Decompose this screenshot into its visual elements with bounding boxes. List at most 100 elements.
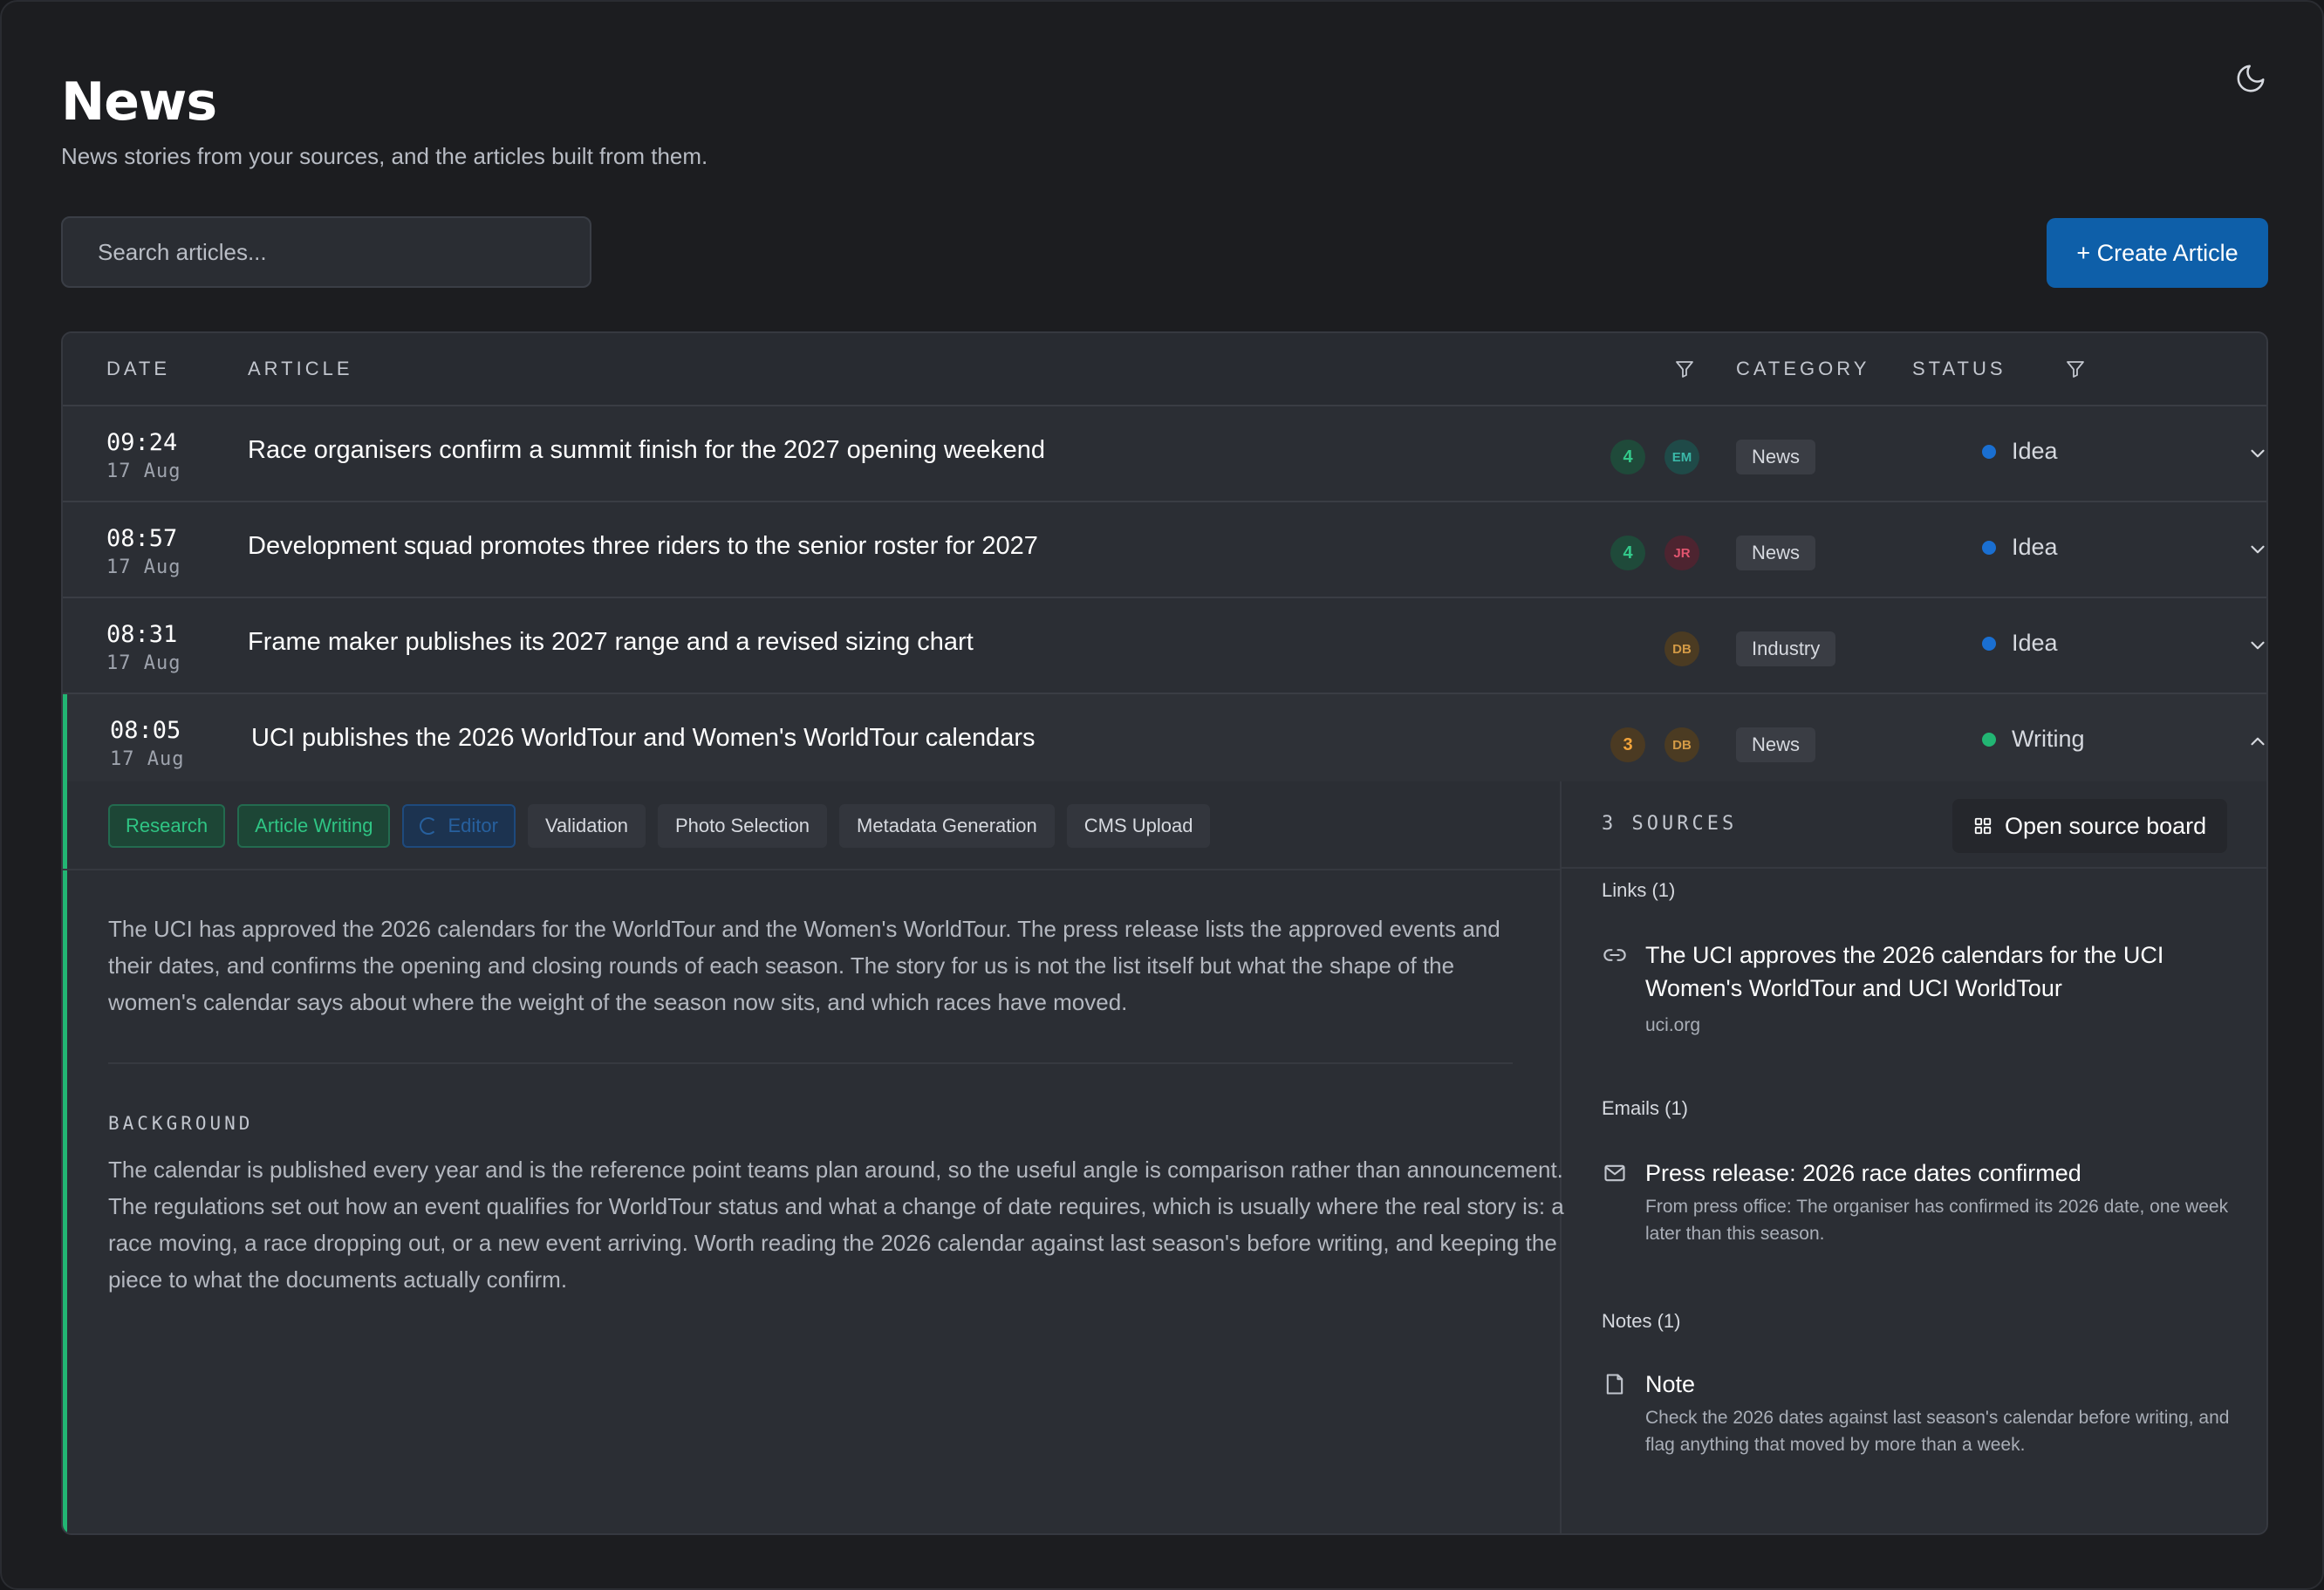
- category-chip: News: [1736, 440, 1816, 474]
- avatar[interactable]: DB: [1664, 727, 1699, 762]
- create-article-button[interactable]: + Create Article: [2047, 218, 2268, 288]
- emails-group-label: Emails (1): [1602, 1097, 1689, 1119]
- chevron-down-icon: [2251, 545, 2265, 554]
- expand-row-button[interactable]: [2242, 438, 2266, 469]
- step-label: Photo Selection: [674, 815, 810, 836]
- column-header-category[interactable]: CATEGORY: [1736, 358, 1869, 380]
- avatar[interactable]: DB: [1664, 631, 1699, 666]
- status-indicator: Idea: [1982, 438, 2058, 465]
- link-icon: [1602, 942, 1628, 968]
- divider: [63, 869, 1560, 870]
- avatar[interactable]: EM: [1664, 440, 1699, 474]
- category-chip: News: [1736, 536, 1816, 570]
- pipeline-step-cms-upload[interactable]: CMS Upload: [1066, 804, 1211, 848]
- source-link-title[interactable]: The UCI approves the 2026 calendars for …: [1645, 938, 2239, 1005]
- articles-table: DATE ARTICLE CATEGORY STATUS 09:24 17 Au…: [61, 331, 2268, 1535]
- step-label: Editor: [448, 815, 498, 836]
- expand-row-button[interactable]: [2242, 630, 2266, 661]
- collapse-row-button[interactable]: [2242, 726, 2266, 757]
- background-heading: BACKGROUND: [108, 1113, 254, 1134]
- links-group-label: Links (1): [1602, 879, 1676, 901]
- article-summary: The UCI has approved the 2026 calendars …: [108, 916, 1500, 1015]
- app-window: News News stories from your sources, and…: [0, 0, 2324, 1590]
- row-time: 09:24: [106, 429, 178, 456]
- source-note-title[interactable]: Note: [1645, 1368, 2239, 1401]
- theme-toggle-button[interactable]: [2232, 59, 2270, 98]
- row-title[interactable]: Race organisers confirm a summit finish …: [248, 436, 1045, 465]
- pipeline-step-editor[interactable]: Editor: [402, 804, 516, 848]
- open-source-board-button[interactable]: Open source board: [1952, 799, 2228, 853]
- chevron-up-icon: [2251, 737, 2265, 746]
- chevron-down-icon: [2251, 449, 2265, 458]
- source-note-snippet: Check the 2026 dates against last season…: [1645, 1408, 2230, 1455]
- moon-icon: [2237, 65, 2265, 92]
- column-header-date[interactable]: DATE: [106, 358, 170, 380]
- status-indicator: Idea: [1982, 534, 2058, 561]
- table-row[interactable]: 08:31 17 Aug Frame maker publishes its 2…: [63, 598, 2266, 694]
- pipeline-step-article-writing[interactable]: Article Writing: [237, 804, 391, 848]
- step-label: CMS Upload: [1083, 815, 1193, 836]
- assignee-filter-button[interactable]: [1671, 356, 1698, 382]
- table-row[interactable]: 08:57 17 Aug Development squad promotes …: [63, 502, 2266, 598]
- filter-icon: [1676, 361, 1693, 378]
- step-label: Metadata Generation: [857, 815, 1037, 836]
- row-date: 17 Aug: [110, 748, 185, 770]
- divider: [1562, 867, 2266, 869]
- grid-icon: [1974, 817, 1992, 835]
- avatar[interactable]: JR: [1664, 536, 1699, 570]
- row-time: 08:31: [106, 621, 178, 648]
- column-header-article[interactable]: ARTICLE: [248, 358, 353, 380]
- pipeline-steps: Research Article Writing Editor Validati…: [108, 804, 1211, 848]
- chevron-down-icon: [2251, 641, 2265, 650]
- status-dot: [1982, 444, 1996, 459]
- status-label: Idea: [2012, 630, 2058, 656]
- row-title[interactable]: UCI publishes the 2026 WorldTour and Wom…: [251, 724, 1036, 753]
- page-title: News: [61, 72, 217, 133]
- status-filter-button[interactable]: [2062, 356, 2088, 382]
- table-row-expanded[interactable]: 08:05 17 Aug UCI publishes the 2026 Worl…: [63, 694, 2266, 783]
- column-header-status[interactable]: STATUS: [1912, 358, 2006, 380]
- source-link-domain: uci.org: [1645, 1015, 1701, 1035]
- step-label: Article Writing: [255, 815, 373, 836]
- search-input[interactable]: [61, 216, 591, 288]
- status-label: Writing: [2012, 726, 2085, 752]
- row-date: 17 Aug: [106, 556, 181, 578]
- spinner-icon: [420, 817, 438, 835]
- status-indicator: Writing: [1982, 726, 2085, 753]
- divider: [108, 1062, 1513, 1064]
- status-label: Idea: [2012, 534, 2058, 560]
- source-count-badge: 4: [1610, 440, 1645, 474]
- pipeline-step-validation[interactable]: Validation: [527, 804, 646, 848]
- status-dot: [1982, 732, 1996, 747]
- source-link-item[interactable]: The UCI approves the 2026 calendars for …: [1602, 938, 2230, 1035]
- row-time: 08:57: [106, 525, 178, 552]
- mail-icon: [1602, 1160, 1628, 1186]
- source-note-item[interactable]: Note Check the 2026 dates against last s…: [1602, 1368, 2230, 1464]
- expand-row-button[interactable]: [2242, 534, 2266, 565]
- status-dot: [1982, 540, 1996, 555]
- pipeline-step-metadata-generation[interactable]: Metadata Generation: [839, 804, 1055, 848]
- table-header: DATE ARTICLE CATEGORY STATUS: [63, 333, 2266, 406]
- source-count-badge: 4: [1610, 536, 1645, 570]
- background-text: The calendar is published every year and…: [108, 1157, 1564, 1293]
- category-chip: Industry: [1736, 631, 1836, 666]
- source-count-badge: 3: [1610, 727, 1645, 762]
- row-title[interactable]: Frame maker publishes its 2027 range and…: [248, 628, 974, 657]
- status-label: Idea: [2012, 438, 2058, 464]
- row-date: 17 Aug: [106, 461, 181, 482]
- table-row[interactable]: 09:24 17 Aug Race organisers confirm a s…: [63, 406, 2266, 502]
- source-email-title[interactable]: Press release: 2026 race dates confirmed: [1645, 1157, 2239, 1190]
- pipeline-step-research[interactable]: Research: [108, 804, 226, 848]
- step-label: Validation: [544, 815, 628, 836]
- article-detail-panel: Research Article Writing Editor Validati…: [63, 781, 2266, 1533]
- row-date: 17 Aug: [106, 652, 181, 674]
- step-label: Research: [126, 815, 208, 836]
- category-chip: News: [1736, 727, 1816, 762]
- status-dot: [1982, 636, 1996, 651]
- row-title[interactable]: Development squad promotes three riders …: [248, 532, 1038, 561]
- page-subtitle: News stories from your sources, and the …: [61, 143, 708, 169]
- source-email-item[interactable]: Press release: 2026 race dates confirmed…: [1602, 1157, 2230, 1244]
- note-icon: [1602, 1371, 1628, 1397]
- source-email-snippet: From press office: The organiser has con…: [1645, 1197, 2229, 1244]
- pipeline-step-photo-selection[interactable]: Photo Selection: [657, 804, 828, 848]
